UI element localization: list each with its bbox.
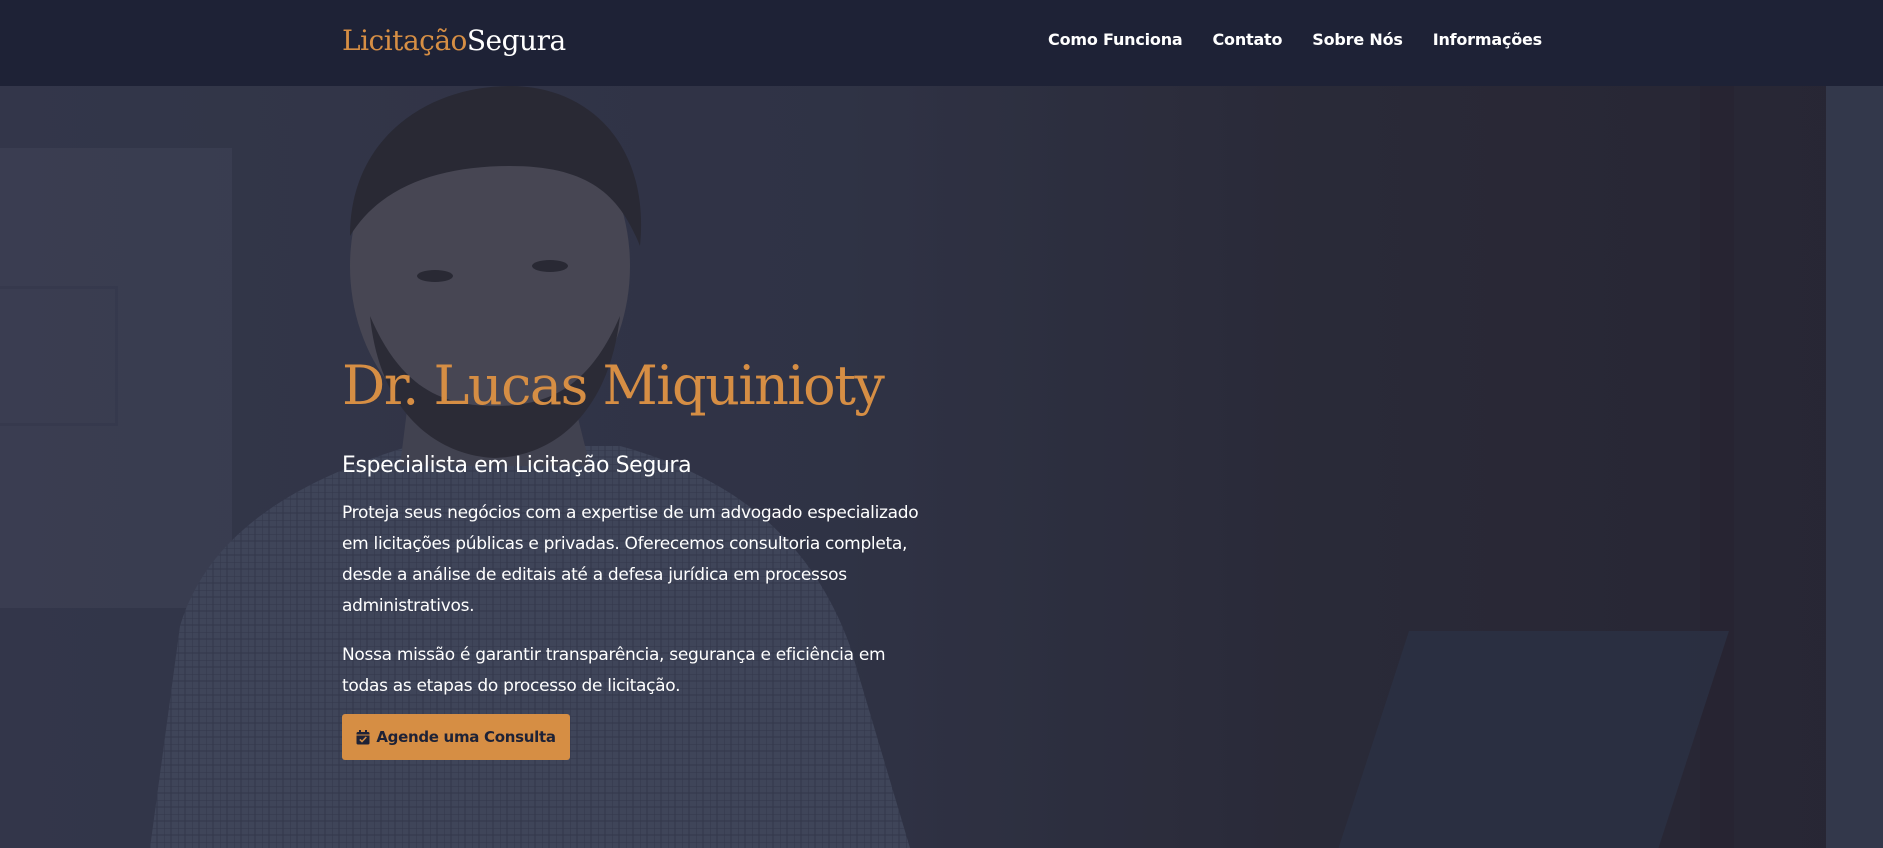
- nav-link-como-funciona[interactable]: Como Funciona: [1048, 30, 1183, 49]
- hero-title: Dr. Lucas Miquinioty: [342, 354, 885, 417]
- brand-logo[interactable]: LicitaçãoSegura: [342, 24, 566, 57]
- hero-content: Dr. Lucas Miquinioty Especialista em Lic…: [342, 354, 942, 761]
- nav-link-informacoes[interactable]: Informações: [1433, 30, 1543, 49]
- nav-menu: Como Funciona Contato Sobre Nós Informaç…: [1048, 30, 1542, 49]
- hero-subtitle: Especialista em Licitação Segura: [342, 453, 692, 479]
- nav-link-sobre-nos[interactable]: Sobre Nós: [1312, 30, 1403, 49]
- brand-logo-part2: Segura: [466, 24, 566, 57]
- hero-description: Proteja seus negócios com a expertise de…: [342, 503, 919, 617]
- schedule-consultation-button[interactable]: Agende uma Consulta: [342, 714, 570, 761]
- hero-mission: Nossa missão é garantir transparência, s…: [342, 645, 886, 697]
- brand-logo-part1: Licitação: [342, 24, 467, 57]
- calendar-check-icon: [356, 729, 370, 745]
- schedule-consultation-label: Agende uma Consulta: [376, 728, 556, 747]
- navbar: LicitaçãoSegura Como Funciona Contato So…: [0, 0, 1883, 86]
- hero-section: Dr. Lucas Miquinioty Especialista em Lic…: [0, 86, 1883, 848]
- nav-link-contato[interactable]: Contato: [1212, 30, 1282, 49]
